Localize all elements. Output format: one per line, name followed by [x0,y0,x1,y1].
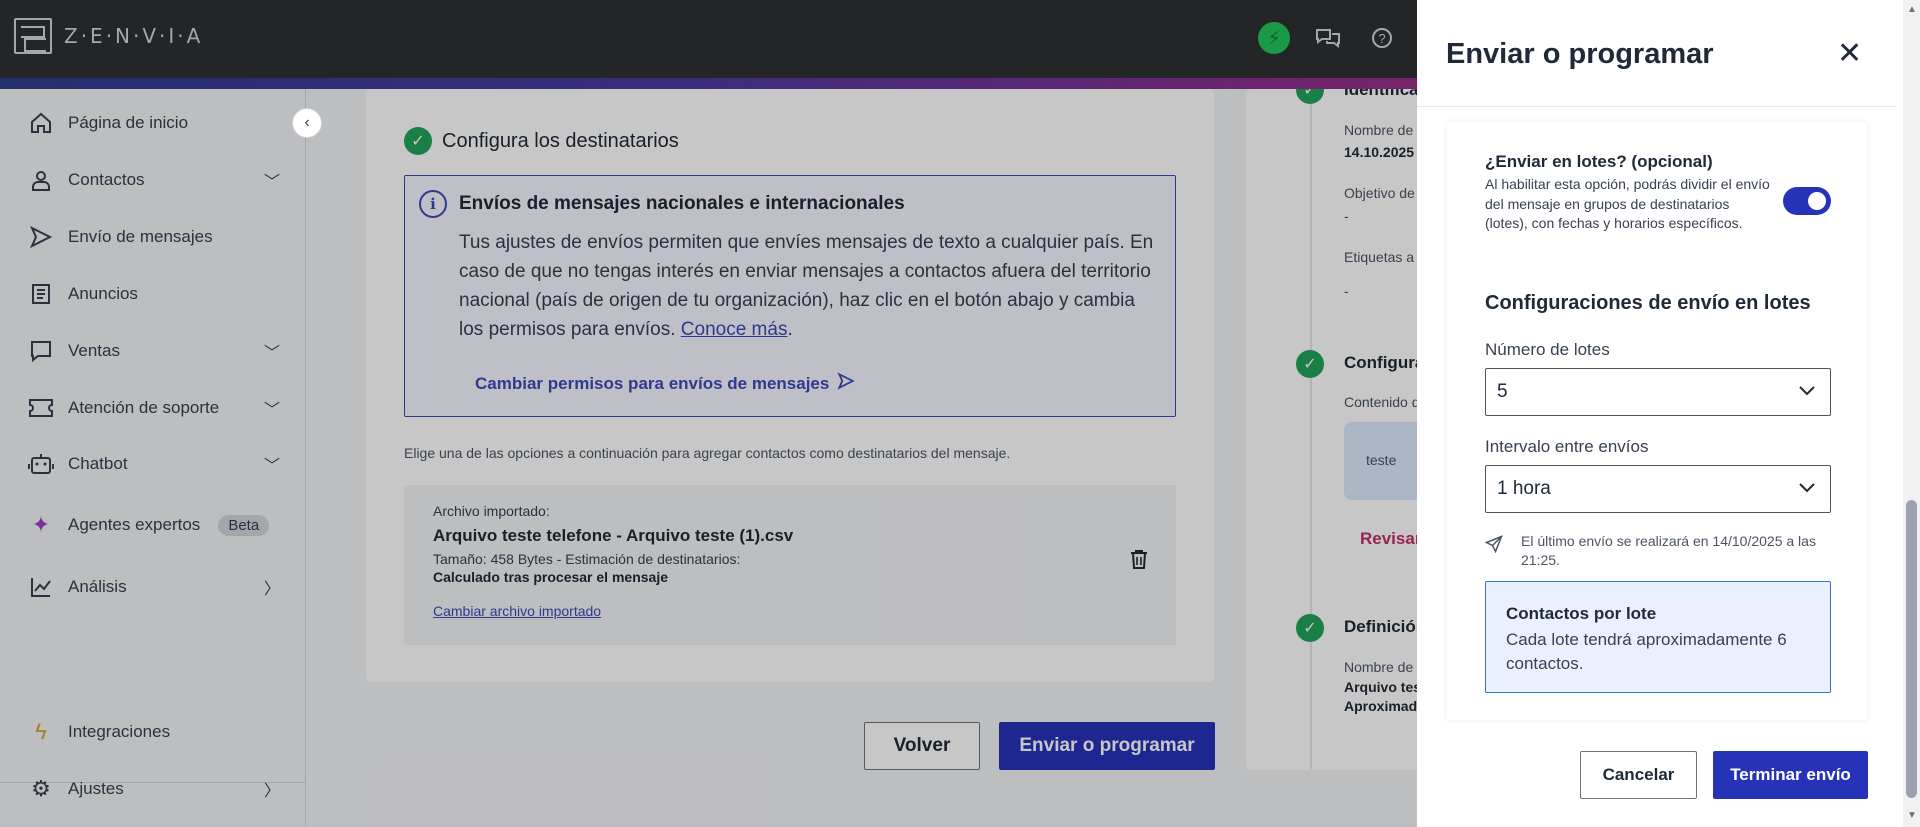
interval-select[interactable]: 1 hora [1485,465,1831,513]
scroll-down-icon[interactable]: ▼ [1907,810,1917,821]
drawer-title: Enviar o programar [1446,38,1714,70]
last-send-text: El último envío se realizará en 14/10/20… [1521,533,1816,568]
drawer-header: Enviar o programar ✕ [1417,0,1897,107]
paper-plane-icon [1484,535,1503,558]
close-icon[interactable]: ✕ [1837,36,1862,71]
send-schedule-drawer: Enviar o programar ✕ ¿Enviar en lotes? (… [1417,0,1920,827]
batch-toggle[interactable] [1783,187,1831,215]
scroll-up-icon[interactable]: ▲ [1907,4,1917,15]
scroll-thumb[interactable] [1906,500,1917,798]
lots-label: Número de lotes [1485,340,1610,359]
chevron-down-icon [1798,381,1816,404]
lots-select-value: 5 [1497,381,1508,402]
lots-select[interactable]: 5 [1485,368,1831,416]
collapse-sidebar-button[interactable]: ‹ [292,108,322,138]
contacts-per-batch-description: Cada lote tendrá aproximadamente 6 conta… [1506,630,1787,673]
interval-label: Intervalo entre envíos [1485,437,1649,456]
batch-config-title: Configuraciones de envío en lotes [1485,292,1811,314]
contacts-per-batch-title: Contactos por lote [1506,604,1657,623]
drawer-scrollbar[interactable]: ▲ ▼ [1903,0,1920,827]
batch-settings-panel: ¿Enviar en lotes? (opcional) Al habilita… [1447,122,1867,720]
batch-option-description: Al habilitar esta opción, podrás dividir… [1485,176,1770,231]
batch-option-title: ¿Enviar en lotes? (opcional) [1485,152,1713,171]
modal-backdrop[interactable] [0,0,1417,827]
contacts-per-batch-box: Contactos por lote Cada lote tendrá apro… [1485,581,1831,693]
chevron-down-icon [1798,478,1816,501]
interval-select-value: 1 hora [1497,478,1551,499]
finish-send-button[interactable]: Terminar envío [1713,751,1868,799]
cancel-button[interactable]: Cancelar [1580,751,1697,799]
